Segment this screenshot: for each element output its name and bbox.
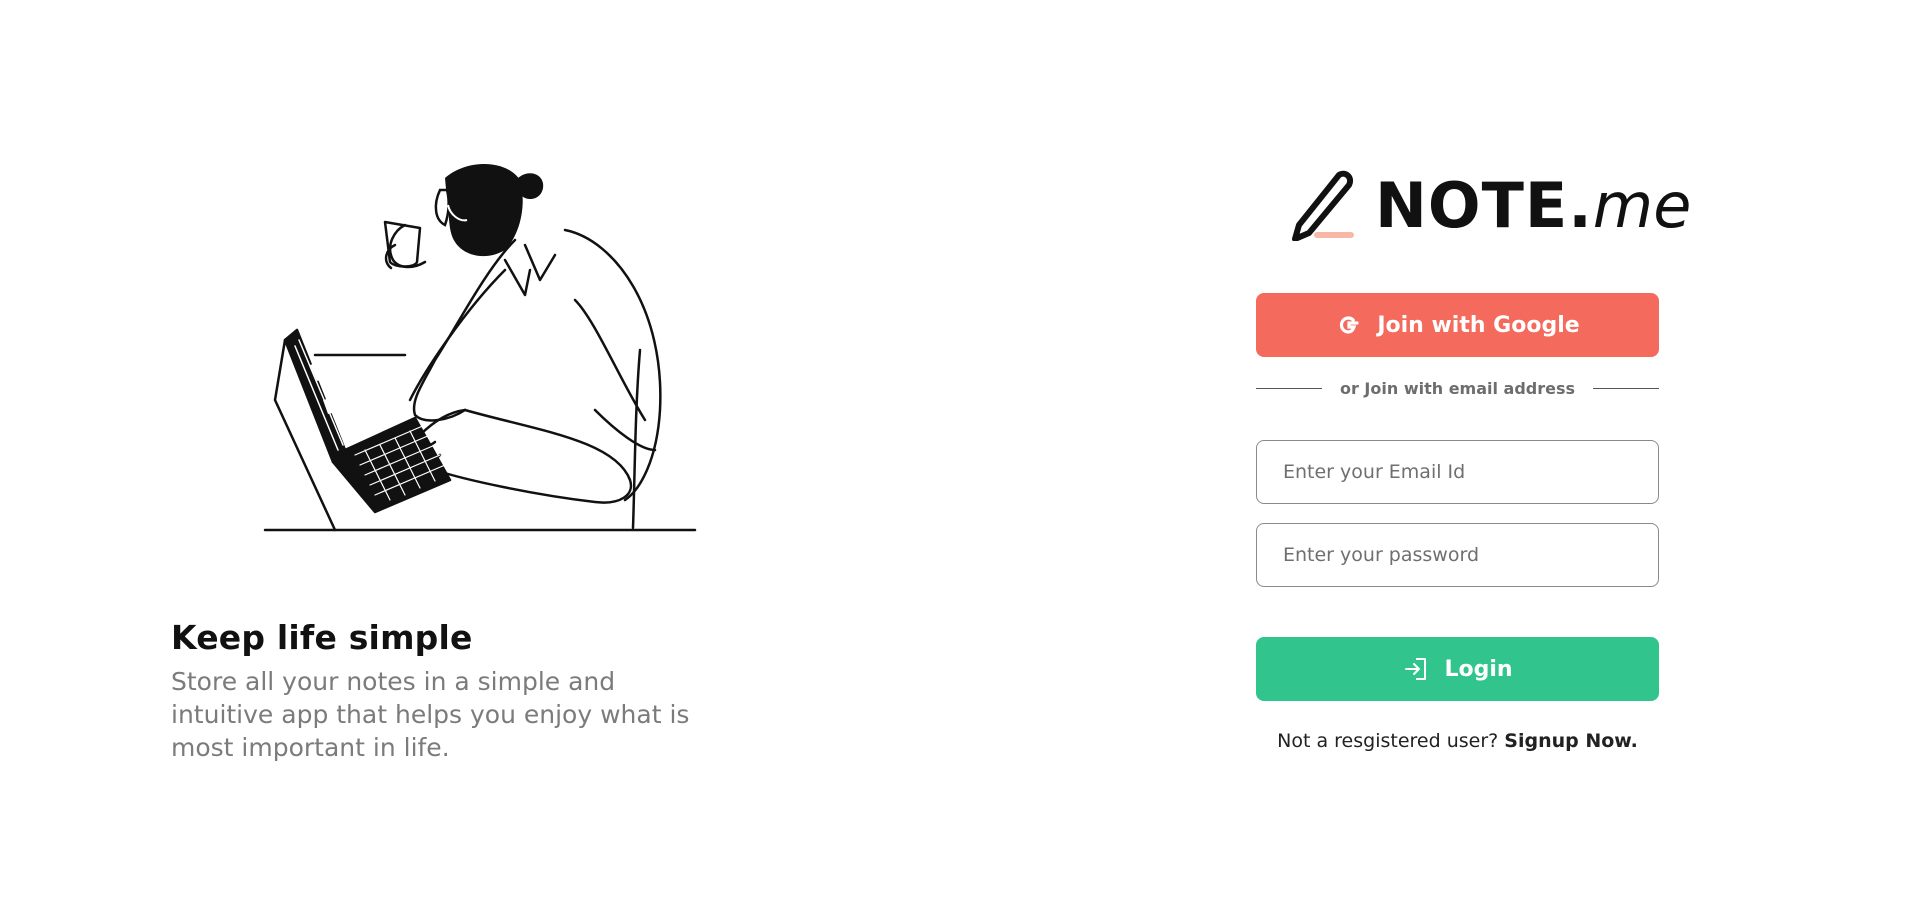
app-logo: NOTE.me [1287,165,1691,245]
login-button-label: Login [1444,656,1513,682]
divider-line-right [1593,387,1660,389]
divider-text: or Join with email address [1339,378,1576,398]
google-button-label: Join with Google [1377,312,1580,338]
login-icon [1405,658,1427,680]
hero-description: Store all your notes in a simple and int… [171,667,690,762]
man-with-laptop-illustration [263,164,697,532]
logo-brand: NOTE. [1375,168,1593,242]
join-with-google-button[interactable]: Join with Google [1256,293,1659,357]
signup-prompt: Not a resgistered user? [1277,730,1499,752]
divider-line-left [1256,387,1322,389]
login-page: Keep life simple Store all your notes in… [0,0,1919,908]
signup-link[interactable]: Signup Now. [1504,730,1638,752]
email-divider: or Join with email address [1256,376,1660,400]
password-input[interactable] [1256,523,1659,587]
login-button[interactable]: Login [1256,637,1659,701]
logo-suffix: me [1592,168,1692,242]
signup-row: Not a resgistered user? Signup Now. [1256,730,1659,752]
hero-title: Keep life simple [171,618,473,657]
google-icon [1340,316,1359,334]
email-input[interactable] [1256,440,1659,504]
pencil-icon [1292,170,1354,241]
logo-text: NOTE.me [1375,169,1691,242]
